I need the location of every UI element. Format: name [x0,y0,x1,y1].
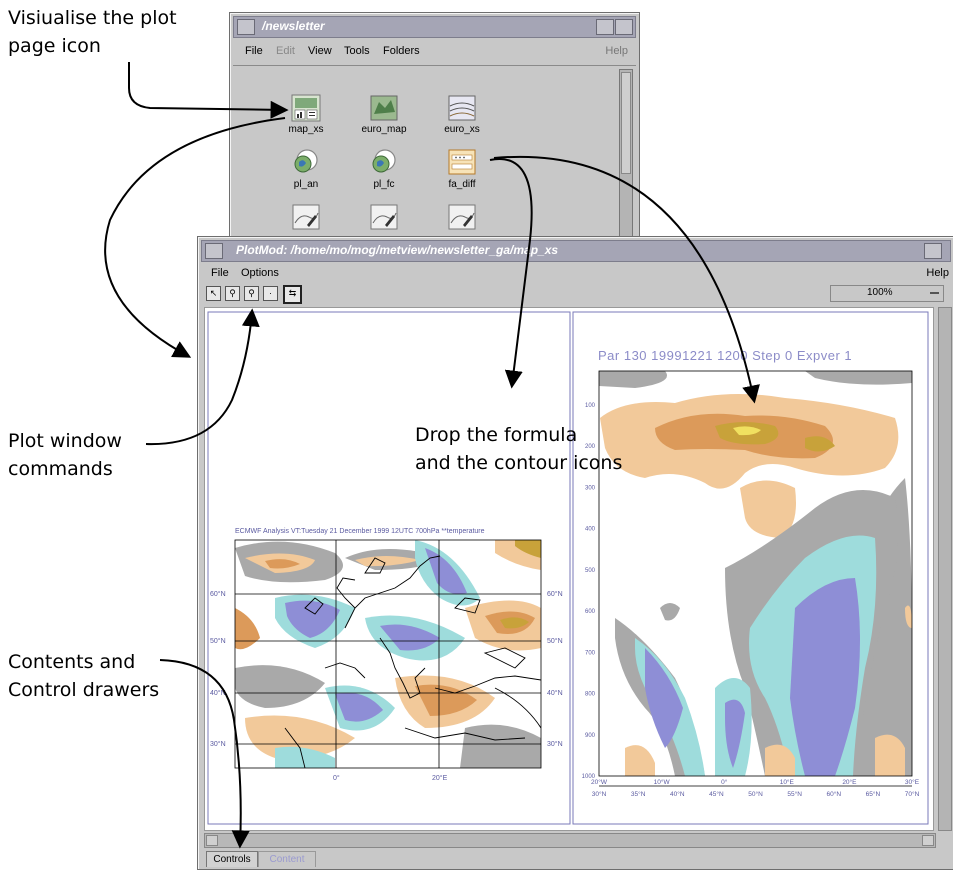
menu-file[interactable]: File [211,267,229,279]
window-menu-button[interactable] [237,19,255,35]
plot-page-icon [291,94,321,122]
menu-file[interactable]: File [245,45,263,57]
map-lat-label: 30°N [210,740,226,748]
globe-icon [372,149,396,173]
xs-x-lat-label: 60°N [826,790,841,798]
zoom-value: 100% [867,287,893,298]
menu-folders[interactable]: Folders [383,45,420,57]
map-icon [370,95,398,121]
tab-content[interactable]: Content [258,851,316,867]
point-tool-icon[interactable]: · [263,286,278,301]
annotation-drawers: Contents and Control drawers [8,651,160,701]
pointer-tool-icon[interactable]: ↖ [206,286,221,301]
xs-x-lat-label: 55°N [787,790,802,798]
map-lat-label: 60°N [547,590,563,598]
map-lon-label: 20°E [432,774,448,782]
icon-label: euro_xs [444,124,480,135]
xs-y-tick-label: 300 [585,485,596,491]
icon-label: euro_map [361,124,407,135]
xs-x-lon-label: 10°W [654,778,671,786]
window-menu-button[interactable] [205,243,223,259]
layout-tool-icon[interactable]: ⇆ [283,285,302,304]
plot-canvas[interactable]: ECMWF Analysis VT:Tuesday 21 December 19… [204,307,934,831]
menu-divider [233,65,636,66]
dropdown-icon [930,292,939,294]
minimize-button[interactable] [596,19,614,35]
zoom-select[interactable]: 100% [830,285,944,302]
xs-y-tick-label: 800 [585,692,596,698]
xs-x-lon-label: 10°E [780,778,795,786]
xs-x-lat-label: 30°N [592,790,607,798]
folder-scrollbar-thumb[interactable] [621,72,631,174]
xs-x-lat-label: 65°N [866,790,881,798]
xs-x-lat-label: 70°N [905,790,920,798]
xs-y-tick-label: 100 [585,403,596,409]
icon-label: pl_an [293,179,319,190]
menu-help[interactable]: Help [605,45,628,57]
xs-x-ticks: 20°W 10°W 0° 10°E 20°E 30°E 30°N 35°N 40°N 45°N 50… [591,778,920,798]
xs-x-lat-label: 45°N [709,790,724,798]
xs-x-lat-label: 40°N [670,790,685,798]
zoom-tool-icon[interactable]: ⚲ [225,286,240,301]
xs-x-lon-label: 20°W [591,778,608,786]
xs-plot-title: Par 130 19991221 1200 Step 0 Expver 1 [598,348,852,363]
scroll-left-arrow[interactable] [206,835,218,846]
map-lat-label: 30°N [547,740,563,748]
menu-tools[interactable]: Tools [344,45,370,57]
menu-options[interactable]: Options [241,267,279,279]
plot-window: PlotMod: /home/mo/mog/metview/newsletter… [197,236,953,870]
folder-title: /newsletter [262,19,325,33]
xs-x-lon-label: 0° [721,778,728,786]
plot-vertical-scrollbar[interactable] [938,307,952,831]
maximize-button[interactable] [615,19,633,35]
plot-canvas-svg: ECMWF Analysis VT:Tuesday 21 December 19… [207,311,929,825]
map-lat-label: 40°N [210,689,226,697]
contour-icon[interactable] [369,203,399,231]
map-lon-label: 0° [333,774,340,782]
map-lat-label: 40°N [547,689,563,697]
contour-icon[interactable] [291,203,321,231]
formula-icon [448,149,476,175]
map-lat-label: 60°N [210,590,226,598]
contour-icon[interactable] [447,203,477,231]
plot-window-title: PlotMod: /home/mo/mog/metview/newsletter… [236,243,559,257]
plot-toolbar: ↖ ⚲ ⚲ · ⇆ [206,285,326,304]
xs-y-tick-label: 500 [585,568,596,574]
plot-title-bar[interactable]: PlotMod: /home/mo/mog/metview/newsletter… [201,240,951,262]
plot-horizontal-scrollbar[interactable] [204,833,936,848]
globe-icon [294,149,318,173]
icon-label: map_xs [288,124,324,135]
folder-title-bar[interactable]: /newsletter [233,16,636,38]
folder-scrollbar[interactable] [619,69,633,243]
icon-label: pl_fc [373,179,395,190]
map-lat-label: 50°N [210,637,226,645]
cross-section-icon [448,95,476,121]
menu-view[interactable]: View [308,45,332,57]
map-plot: ECMWF Analysis VT:Tuesday 21 December 19… [210,528,563,782]
xs-x-lon-label: 20°E [842,778,857,786]
map-lat-label: 50°N [547,637,563,645]
menu-help[interactable]: Help [926,267,949,279]
xs-x-lat-label: 35°N [631,790,646,798]
icon-label: fa_diff [448,179,476,190]
xs-y-tick-label: 700 [585,650,596,656]
folder-window: /newsletter File Edit View Tools Folders… [229,12,640,244]
tab-controls[interactable]: Controls [206,851,258,867]
xs-y-tick-label: 900 [585,733,596,739]
minimize-button[interactable] [924,243,942,259]
xs-x-lon-label: 30°E [905,778,920,786]
xs-y-tick-label: 400 [585,527,596,533]
zoom-area-tool-icon[interactable]: ⚲ [244,286,259,301]
annotation-plot-window-commands: Plot window commands [8,430,122,480]
annotation-plot-page-icon: Visiualise the plot page icon [8,7,177,57]
annotation-drop-formula: Drop the formula and the contour icons [415,424,623,474]
map-plot-title: ECMWF Analysis VT:Tuesday 21 December 19… [235,528,485,535]
scroll-right-arrow[interactable] [922,835,934,846]
cross-section-plot: Par 130 19991221 1200 Step 0 Expver 1 10… [582,348,920,798]
xs-y-tick-label: 600 [585,609,596,615]
menu-edit[interactable]: Edit [276,45,295,57]
xs-x-lat-label: 50°N [748,790,763,798]
